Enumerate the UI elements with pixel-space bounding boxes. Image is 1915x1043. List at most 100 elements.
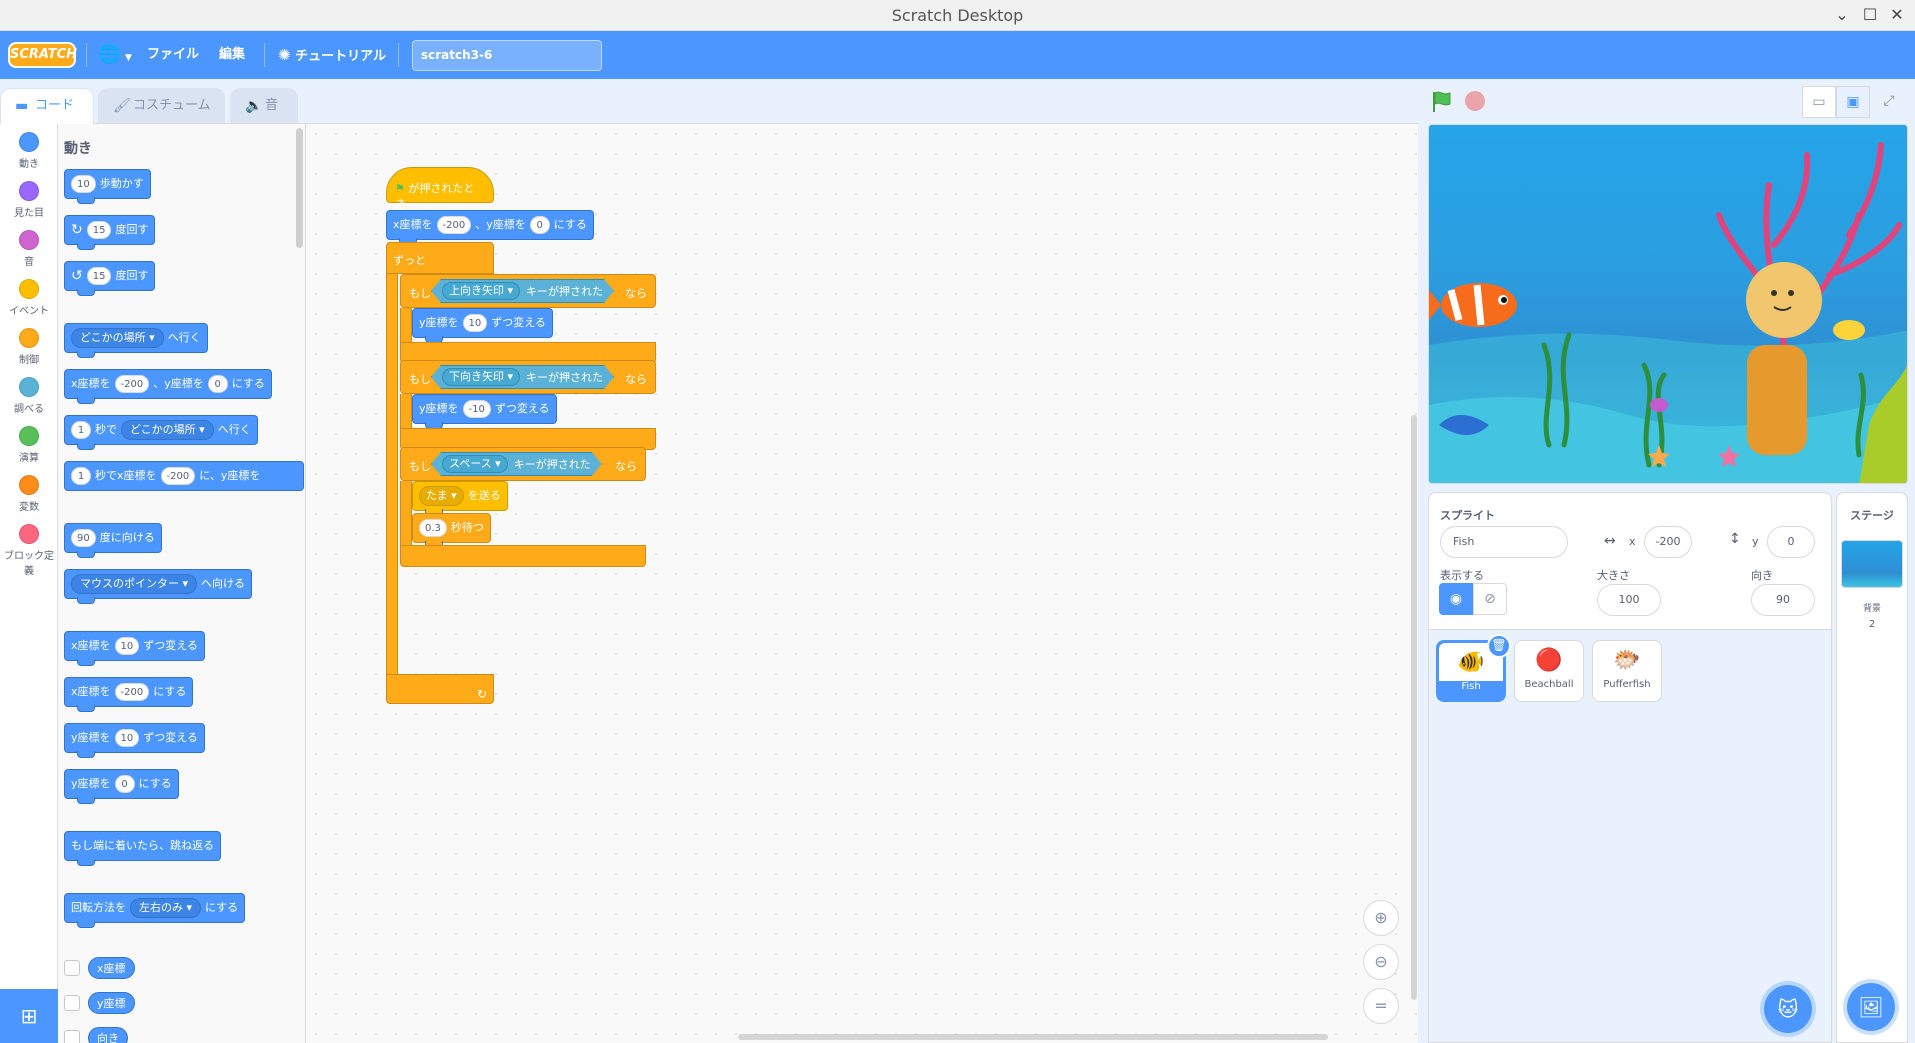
block-dropdown[interactable]: どこかの場所 ▾	[71, 328, 164, 348]
block-if-space[interactable]: もし スペース ▾ キーが押された なら	[400, 447, 646, 481]
category-my-blocks[interactable]: ブロック定義	[0, 524, 58, 577]
sprite-tile-pufferfish[interactable]: 🐡 Pufferfish	[1592, 640, 1662, 702]
block-input[interactable]: 15	[86, 267, 112, 285]
block-input[interactable]: -10	[462, 400, 491, 418]
script-broadcast[interactable]: たま ▾ を送る	[412, 481, 508, 516]
key-dropdown[interactable]: 上向き矢印 ▾	[442, 282, 520, 300]
add-extension-button[interactable]: ⊞	[0, 989, 58, 1043]
category-variables[interactable]: 変数	[0, 475, 58, 513]
block-point-towards[interactable]: マウスのポインター ▾ へ向ける	[64, 569, 253, 604]
block-goto-xy[interactable]: x座標を -200 、y座標を 0 にする	[64, 369, 272, 404]
y-position-checkbox[interactable]	[64, 995, 80, 1011]
block-dropdown[interactable]: マウスのポインター ▾	[71, 574, 198, 594]
large-stage-button[interactable]: ▣	[1836, 86, 1870, 118]
script-change-y-down[interactable]: y座標を -10 ずつ変える	[412, 394, 557, 429]
block-input[interactable]: 0	[207, 375, 228, 393]
category-operators[interactable]: 演算	[0, 426, 58, 464]
block-input[interactable]: -200	[114, 683, 150, 701]
green-flag-button[interactable]	[1430, 90, 1454, 114]
file-menu[interactable]: ファイル	[147, 31, 199, 79]
block-dropdown[interactable]: どこかの場所 ▾	[121, 420, 214, 440]
close-icon[interactable]: ✕	[1887, 5, 1907, 25]
category-sound[interactable]: 音	[0, 230, 58, 268]
delete-sprite-button[interactable]: 🗑	[1487, 634, 1511, 658]
stage-thumbnail[interactable]	[1841, 540, 1903, 588]
block-if-up[interactable]: もし 上向き矢印 ▾ キーが押された なら	[400, 274, 656, 308]
project-title-input[interactable]: scratch3-6	[412, 40, 602, 71]
block-change-y[interactable]: y座標を 10 ずつ変える	[64, 723, 205, 758]
block-forever[interactable]: ずっと	[386, 242, 494, 274]
reporter-x-position[interactable]: x座標	[88, 957, 135, 979]
block-goto[interactable]: どこかの場所 ▾ へ行く	[64, 323, 208, 358]
sprite-tile-beachball[interactable]: 🔴 Beachball	[1514, 640, 1584, 702]
block-glide-xy[interactable]: 1 秒でx座標を -200 に、y座標を	[64, 461, 304, 491]
block-when-flag-clicked[interactable]: ⚑ が押されたとき	[386, 167, 494, 211]
script-workspace[interactable]: 🐠 ⚑ が押されたとき x座標を-200、y座標を0にする ずっと ↻ もし 上…	[306, 123, 1683, 1043]
fullscreen-button[interactable]: ⤢	[1872, 86, 1906, 118]
block-input[interactable]: 10	[114, 637, 140, 655]
workspace-horizontal-scrollbar[interactable]	[738, 1034, 1328, 1040]
choose-sprite-button[interactable]: 🐱	[1764, 985, 1812, 1033]
show-sprite-button[interactable]: ◉	[1439, 583, 1473, 615]
category-sensing[interactable]: 調べる	[0, 377, 58, 415]
zoom-in-button[interactable]: ⊕	[1363, 900, 1399, 936]
block-change-x[interactable]: x座標を 10 ずつ変える	[64, 631, 205, 666]
choose-backdrop-button[interactable]: 🖼	[1847, 983, 1895, 1031]
script-wait[interactable]: 0.3 秒待つ	[412, 513, 491, 548]
block-input[interactable]: 10	[71, 175, 96, 193]
y-field[interactable]: 0	[1767, 526, 1815, 558]
tutorials-menu[interactable]: ✺ チュートリアル	[278, 31, 386, 79]
palette-scrollbar[interactable]	[296, 128, 303, 248]
direction-checkbox[interactable]	[64, 1030, 80, 1043]
block-input[interactable]: 15	[86, 221, 112, 239]
x-position-checkbox[interactable]	[64, 960, 80, 976]
block-input[interactable]: 0	[529, 216, 550, 234]
block-input[interactable]: -200	[436, 216, 472, 234]
tab-code[interactable]: ▬ コード	[0, 88, 94, 124]
language-menu[interactable]: 🌐 ▼	[98, 31, 132, 79]
hide-sprite-button[interactable]: ⊘	[1473, 583, 1507, 615]
stop-button[interactable]	[1465, 91, 1485, 111]
maximize-icon[interactable]: ☐	[1860, 5, 1880, 25]
block-input[interactable]: 1	[71, 421, 91, 439]
block-input[interactable]: 90	[71, 529, 96, 547]
x-field[interactable]: -200	[1644, 526, 1692, 558]
block-glide-to[interactable]: 1 秒で どこかの場所 ▾ へ行く	[64, 415, 258, 450]
block-turn-left[interactable]: ↺ 15 度回す	[64, 261, 156, 296]
block-input[interactable]: 0.3	[419, 519, 447, 537]
block-set-x[interactable]: x座標を -200 にする	[64, 677, 194, 712]
block-input[interactable]: 0	[114, 775, 135, 793]
stage-canvas[interactable]	[1428, 124, 1908, 484]
block-set-y[interactable]: y座標を 0 にする	[64, 769, 179, 804]
key-pressed-sensing[interactable]: スペース ▾ キーが押された	[431, 452, 602, 476]
tab-sounds[interactable]: 🔈 音	[230, 88, 298, 123]
block-bounce[interactable]: もし端に着いたら、跳ね返る	[64, 831, 221, 866]
category-events[interactable]: イベント	[0, 279, 58, 317]
category-motion[interactable]: 動き	[0, 132, 58, 170]
direction-field[interactable]: 90	[1751, 584, 1815, 616]
block-input[interactable]: 10	[114, 729, 140, 747]
block-rotation-style[interactable]: 回転方法を 左右のみ ▾ にする	[64, 893, 246, 928]
block-turn-right[interactable]: ↻ 15 度回す	[64, 215, 156, 250]
script-goto-xy[interactable]: x座標を -200 、y座標を 0 にする	[386, 210, 594, 245]
zoom-reset-button[interactable]: =	[1363, 988, 1399, 1024]
block-input[interactable]: -200	[114, 375, 150, 393]
edit-menu[interactable]: 編集	[219, 31, 245, 79]
key-pressed-sensing[interactable]: 上向き矢印 ▾ キーが押された	[431, 279, 614, 303]
tab-costumes[interactable]: 🖌 コスチューム	[98, 88, 225, 123]
block-input[interactable]: 1	[71, 467, 91, 485]
zoom-out-button[interactable]: ⊖	[1363, 944, 1399, 980]
key-dropdown[interactable]: スペース ▾	[442, 455, 508, 473]
block-input[interactable]: -200	[160, 467, 196, 485]
reporter-y-position[interactable]: y座標	[88, 992, 135, 1014]
size-field[interactable]: 100	[1597, 584, 1661, 616]
block-point-direction[interactable]: 90 度に向ける	[64, 523, 162, 558]
key-pressed-sensing[interactable]: 下向き矢印 ▾ キーが押された	[431, 365, 614, 389]
block-move-steps[interactable]: 10 歩動かす	[64, 169, 151, 204]
small-stage-button[interactable]: ▭	[1802, 86, 1836, 118]
category-looks[interactable]: 見た目	[0, 181, 58, 219]
minimize-icon[interactable]: ⌄	[1832, 5, 1852, 25]
message-dropdown[interactable]: たま ▾	[419, 486, 464, 506]
key-dropdown[interactable]: 下向き矢印 ▾	[442, 368, 520, 386]
script-change-y-up[interactable]: y座標を 10 ずつ変える	[412, 308, 553, 343]
